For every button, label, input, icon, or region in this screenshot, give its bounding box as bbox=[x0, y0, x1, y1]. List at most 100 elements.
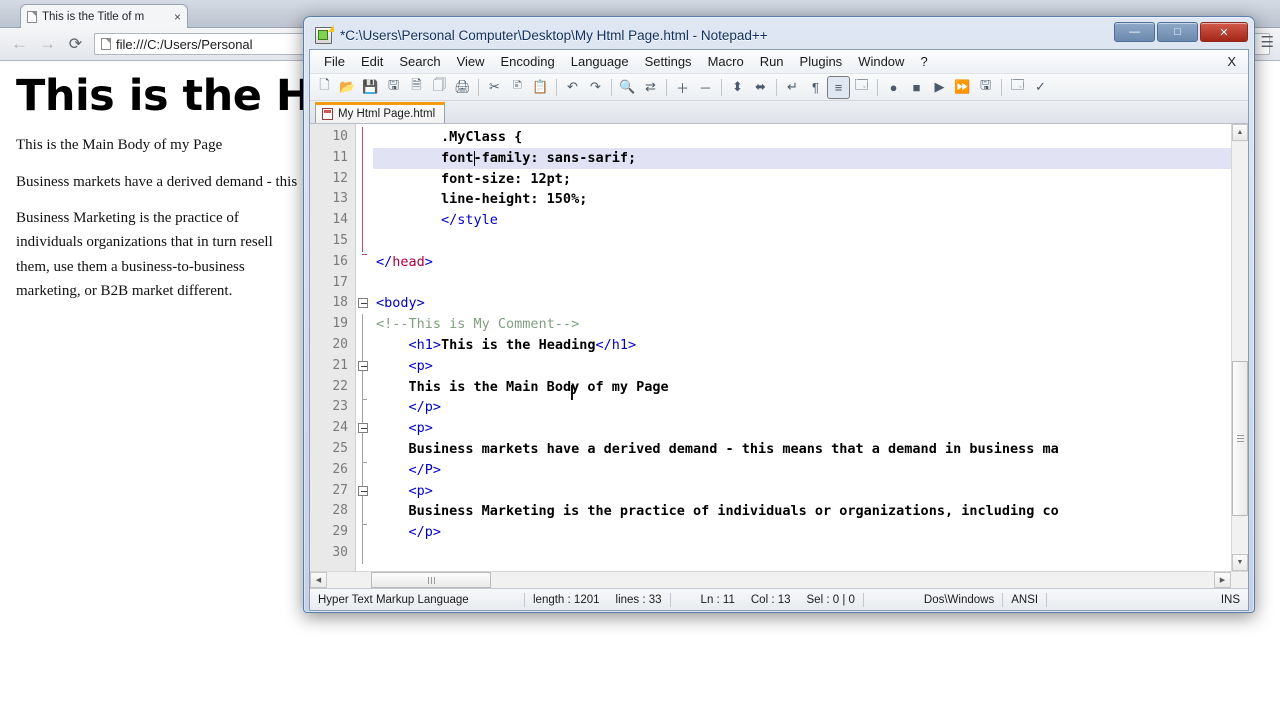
print-icon[interactable]: 🖨 bbox=[452, 77, 473, 98]
macro-playback-multiple-icon[interactable]: ⏩ bbox=[952, 77, 973, 98]
code-line[interactable] bbox=[373, 231, 1231, 252]
code-line[interactable]: <p> bbox=[373, 418, 1231, 439]
code-line[interactable]: font-size: 12pt; bbox=[373, 169, 1231, 190]
close-all-files-icon[interactable]: 🗍 bbox=[429, 77, 450, 98]
fold-guide-line bbox=[362, 314, 363, 335]
spell-check-icon[interactable]: ✓ bbox=[1030, 77, 1051, 98]
cut-icon[interactable]: ✂ bbox=[484, 77, 505, 98]
menu-item-window[interactable]: Window bbox=[850, 51, 912, 72]
horizontal-scrollbar[interactable]: ◀ ▶ bbox=[310, 571, 1248, 588]
menu-item-encoding[interactable]: Encoding bbox=[493, 51, 563, 72]
code-line[interactable]: <p> bbox=[373, 481, 1231, 502]
scroll-left-arrow-icon[interactable]: ◀ bbox=[310, 572, 327, 588]
paste-icon[interactable]: 📋 bbox=[530, 77, 551, 98]
code-line[interactable]: <body> bbox=[373, 293, 1231, 314]
close-file-icon[interactable]: 🗎 bbox=[406, 77, 427, 98]
zoom-in-icon[interactable]: ＋ bbox=[672, 77, 693, 98]
minimize-button[interactable]: — bbox=[1114, 22, 1155, 42]
menu-item-plugins[interactable]: Plugins bbox=[792, 51, 851, 72]
indent-guide-icon[interactable]: ≡ bbox=[827, 75, 850, 99]
horizontal-scroll-thumb[interactable] bbox=[371, 572, 491, 588]
sync-horizontal-scroll-icon[interactable]: ⬌ bbox=[750, 77, 771, 98]
macro-save-icon[interactable]: 🖫 bbox=[975, 77, 996, 98]
code-line[interactable]: Business Marketing is the practice of in… bbox=[373, 501, 1231, 522]
code-line[interactable]: Business markets have a derived demand -… bbox=[373, 439, 1231, 460]
code-line[interactable]: <p> bbox=[373, 356, 1231, 377]
vertical-scrollbar[interactable]: ▲ ▼ bbox=[1231, 124, 1248, 571]
code-line[interactable]: This is the Main Body of my Page bbox=[373, 377, 1231, 398]
text-editor[interactable]: 10 11 12 13 14 15 16 17 18 19 20 21 22 23 24 25 26 27 28 29… bbox=[310, 124, 1231, 571]
menu-item-language[interactable]: Language bbox=[563, 51, 637, 72]
menu-item-edit[interactable]: Edit bbox=[353, 51, 391, 72]
code-line[interactable]: </P> bbox=[373, 460, 1231, 481]
code-line[interactable]: </style bbox=[373, 210, 1231, 231]
horizontal-scroll-track[interactable] bbox=[327, 572, 1214, 588]
undo-icon[interactable]: ↶ bbox=[562, 77, 583, 98]
code-line[interactable]: <!--This is My Comment--> bbox=[373, 314, 1231, 335]
macro-record-icon[interactable]: ● bbox=[883, 77, 904, 98]
save-all-icon[interactable]: 🖫 bbox=[383, 77, 404, 98]
close-button[interactable]: ✕ bbox=[1200, 22, 1248, 42]
code-line[interactable]: </p> bbox=[373, 522, 1231, 543]
forward-arrow-icon[interactable]: → bbox=[38, 34, 57, 54]
replace-icon[interactable]: ⇄ bbox=[640, 77, 661, 98]
code-token: </h1> bbox=[595, 336, 637, 353]
scroll-right-arrow-icon[interactable]: ▶ bbox=[1214, 572, 1231, 588]
line-number: 10 bbox=[332, 129, 348, 144]
code-folding-margin[interactable] bbox=[356, 124, 373, 571]
macro-play-icon[interactable]: ▶ bbox=[929, 77, 950, 98]
menu-item-[interactable]: ? bbox=[912, 51, 935, 72]
fold-marker[interactable] bbox=[356, 418, 373, 439]
code-token: font-family: sans-sarif; bbox=[376, 149, 637, 166]
macro-stop-icon[interactable]: ■ bbox=[906, 77, 927, 98]
new-file-icon[interactable]: 🗋 bbox=[314, 77, 335, 98]
menu-item-run[interactable]: Run bbox=[752, 51, 792, 72]
code-line[interactable]: line-height: 150%; bbox=[373, 189, 1231, 210]
menu-item-file[interactable]: File bbox=[316, 51, 353, 72]
copy-icon[interactable]: 🗈 bbox=[507, 77, 528, 98]
word-wrap-icon[interactable]: ↵ bbox=[782, 77, 803, 98]
save-icon[interactable]: 💾 bbox=[360, 77, 381, 98]
show-all-characters-icon[interactable]: ¶ bbox=[805, 77, 826, 98]
document-tab[interactable]: My Html Page.html bbox=[315, 102, 446, 123]
close-document-button[interactable]: X bbox=[1227, 54, 1236, 69]
fold-collapse-icon[interactable] bbox=[358, 485, 368, 496]
scroll-down-arrow-icon[interactable]: ▼ bbox=[1232, 554, 1248, 571]
code-line[interactable]: <h1>This is the Heading</h1> bbox=[373, 335, 1231, 356]
code-line[interactable] bbox=[373, 273, 1231, 294]
code-line[interactable] bbox=[373, 543, 1231, 564]
sync-vertical-scroll-icon[interactable]: ⬍ bbox=[727, 77, 748, 98]
code-content[interactable]: .MyClass { font-family: sans-sarif; font… bbox=[373, 124, 1231, 571]
scroll-up-arrow-icon[interactable]: ▲ bbox=[1232, 124, 1248, 141]
code-line[interactable]: </p> bbox=[373, 397, 1231, 418]
vertical-scroll-track[interactable] bbox=[1232, 141, 1248, 554]
code-line[interactable]: font-family: sans-sarif; bbox=[373, 147, 1231, 169]
run-icon[interactable]: 🗔 bbox=[1007, 77, 1028, 98]
back-arrow-icon[interactable]: ← bbox=[10, 34, 29, 54]
redo-icon[interactable]: ↷ bbox=[585, 77, 606, 98]
fold-marker[interactable] bbox=[356, 355, 373, 377]
vertical-scroll-thumb[interactable] bbox=[1232, 361, 1248, 516]
code-line[interactable]: </head> bbox=[373, 252, 1231, 273]
zoom-out-icon[interactable]: － bbox=[695, 77, 716, 98]
close-icon[interactable]: × bbox=[174, 10, 181, 24]
user-defined-dialog-icon[interactable]: 🗔 bbox=[851, 77, 872, 98]
open-file-icon[interactable]: 📂 bbox=[337, 77, 358, 98]
browser-menu-icon[interactable]: ☰ bbox=[1261, 33, 1274, 51]
menu-item-search[interactable]: Search bbox=[391, 51, 448, 72]
browser-tab[interactable]: This is the Title of m × bbox=[20, 4, 188, 28]
fold-marker[interactable] bbox=[356, 480, 373, 502]
fold-collapse-icon[interactable] bbox=[358, 360, 368, 371]
menu-item-settings[interactable]: Settings bbox=[637, 51, 700, 72]
fold-collapse-icon[interactable] bbox=[358, 298, 368, 309]
maximize-button[interactable]: □ bbox=[1157, 22, 1198, 42]
find-icon[interactable]: 🔍 bbox=[617, 77, 638, 98]
toolbar-separator bbox=[877, 78, 878, 96]
reload-icon[interactable]: ⟳ bbox=[66, 34, 85, 54]
code-token: font-size: 12pt; bbox=[376, 170, 572, 187]
code-line[interactable]: .MyClass { bbox=[373, 127, 1231, 148]
fold-collapse-icon[interactable] bbox=[358, 423, 368, 434]
menu-item-view[interactable]: View bbox=[449, 51, 493, 72]
menu-item-macro[interactable]: Macro bbox=[700, 51, 752, 72]
fold-marker[interactable] bbox=[356, 293, 373, 314]
